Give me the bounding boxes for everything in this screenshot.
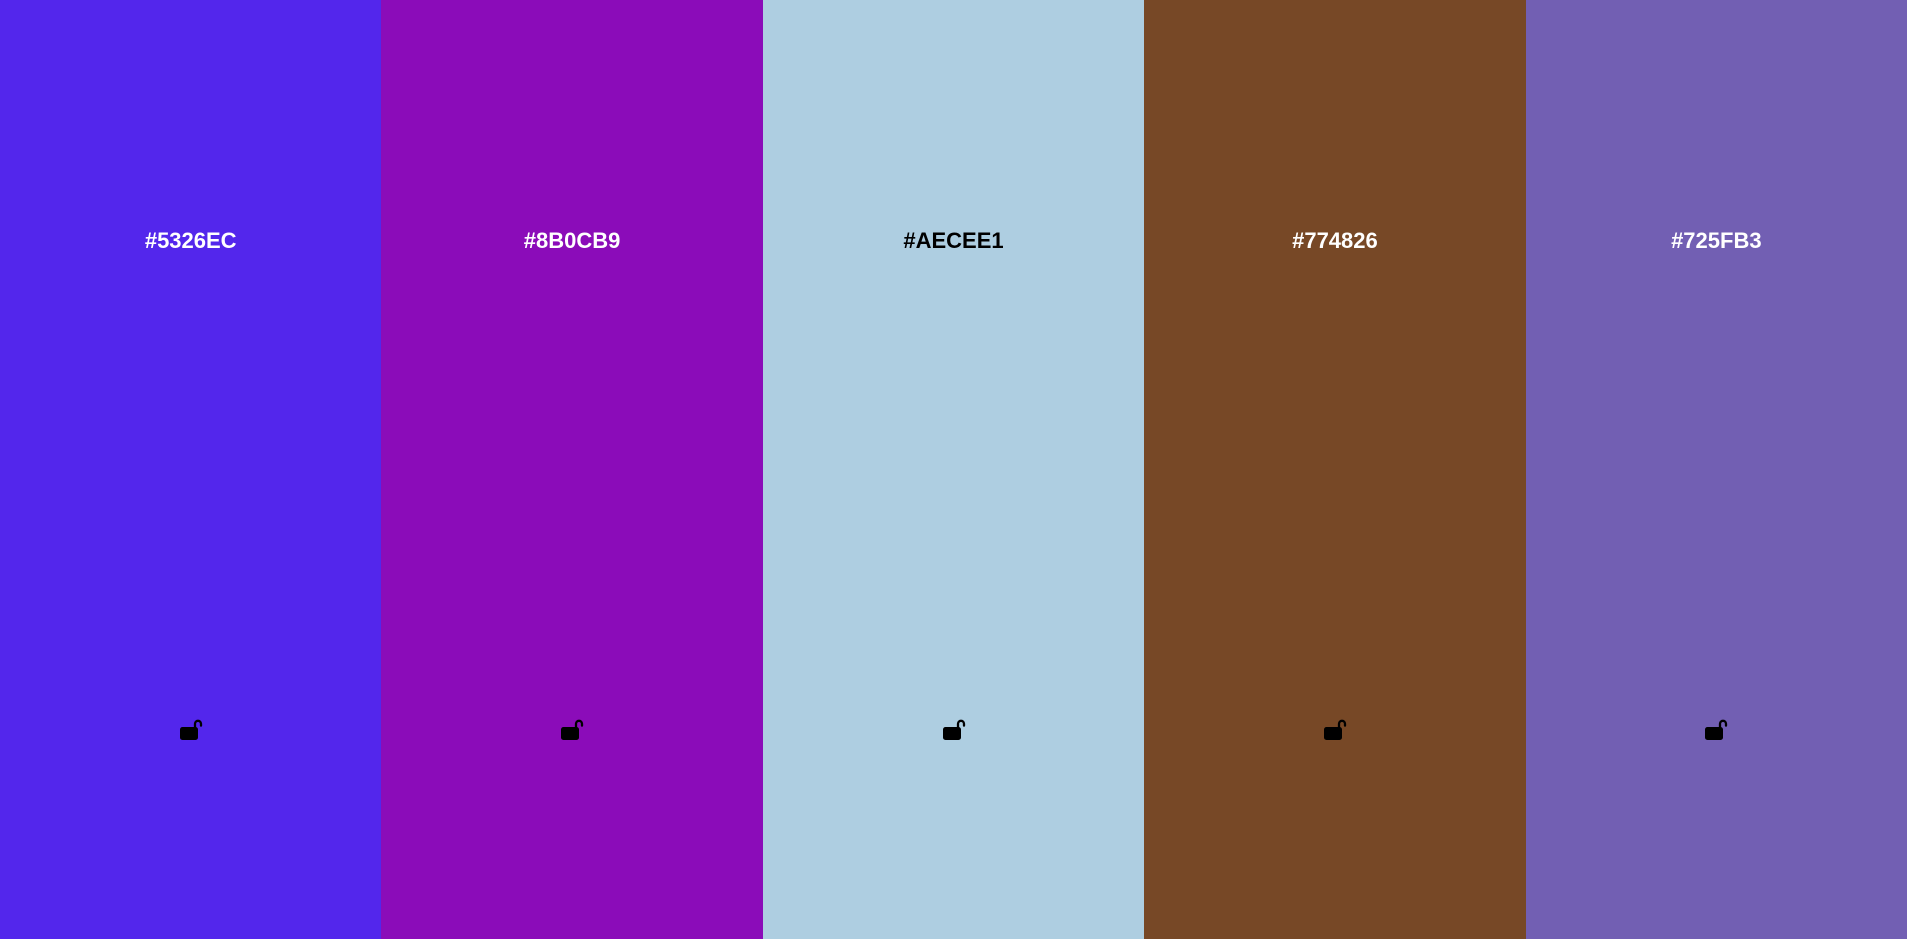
lock-toggle-button[interactable]	[1699, 712, 1733, 746]
unlock-icon	[1703, 716, 1729, 742]
color-palette: #5326EC #8B0CB9 #AECEE1 #774826 #725FB3	[0, 0, 1907, 939]
color-swatch[interactable]: #5326EC	[0, 0, 382, 939]
color-swatch[interactable]: #8B0CB9	[381, 0, 763, 939]
lock-toggle-button[interactable]	[555, 712, 589, 746]
color-swatch[interactable]: #725FB3	[1525, 0, 1907, 939]
hex-code-label[interactable]: #AECEE1	[763, 226, 1144, 256]
lock-toggle-button[interactable]	[937, 712, 971, 746]
unlock-icon	[178, 716, 204, 742]
unlock-icon	[941, 716, 967, 742]
hex-code-label[interactable]: #725FB3	[1526, 226, 1907, 256]
unlock-icon	[559, 716, 585, 742]
color-swatch[interactable]: #774826	[1144, 0, 1526, 939]
lock-toggle-button[interactable]	[1318, 712, 1352, 746]
lock-toggle-button[interactable]	[174, 712, 208, 746]
color-swatch[interactable]: #AECEE1	[762, 0, 1145, 939]
hex-code-label[interactable]: #5326EC	[0, 226, 381, 256]
hex-code-label[interactable]: #774826	[1144, 226, 1525, 256]
hex-code-label[interactable]: #8B0CB9	[381, 226, 762, 256]
unlock-icon	[1322, 716, 1348, 742]
